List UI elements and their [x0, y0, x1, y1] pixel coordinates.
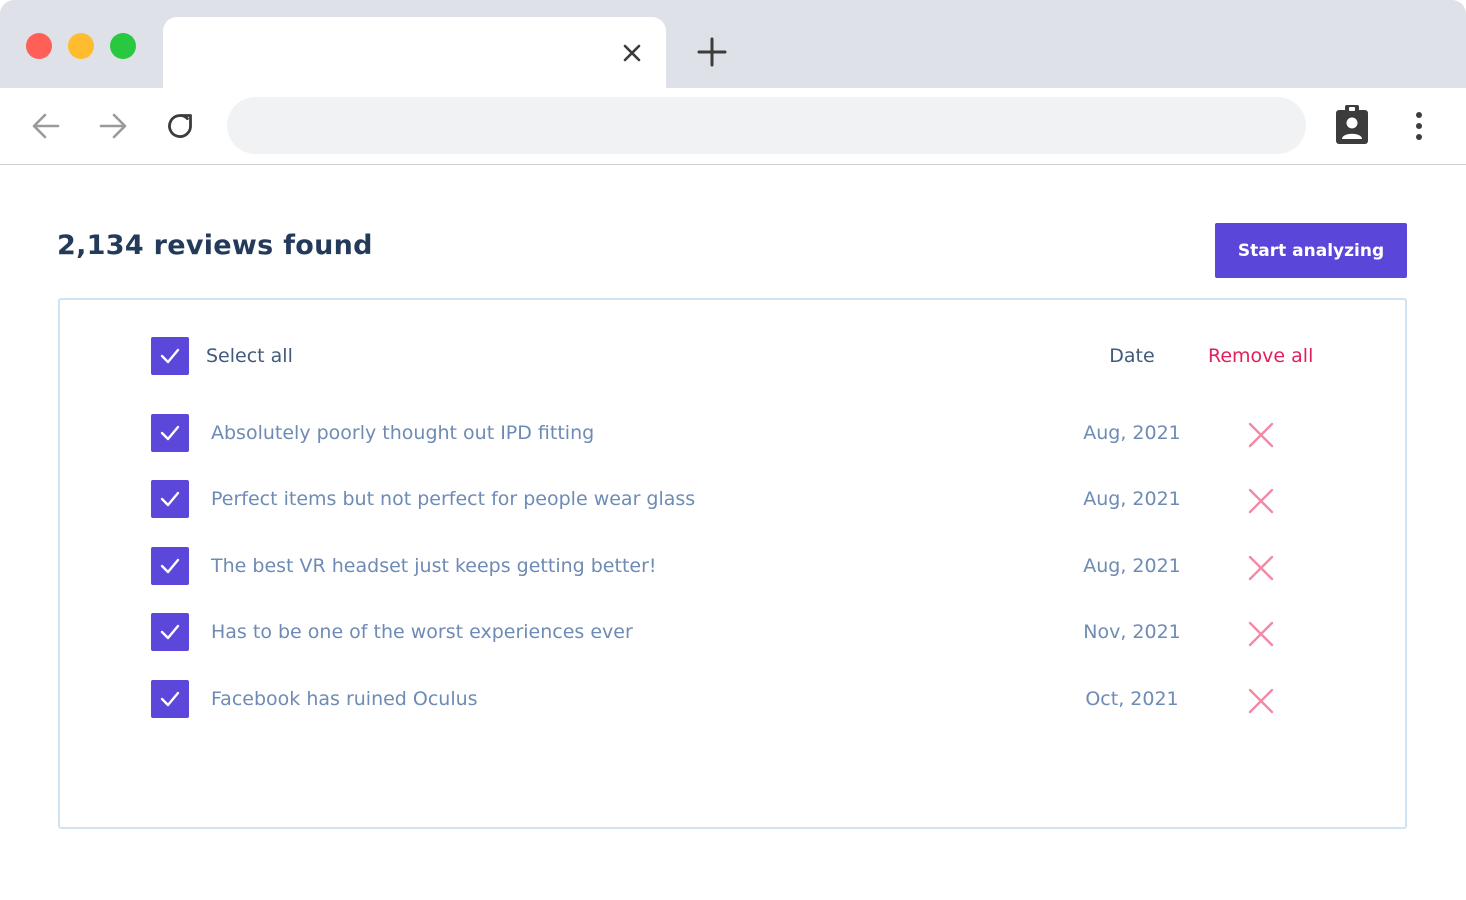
window-minimize-dot[interactable]: [68, 33, 94, 59]
select-all-checkbox[interactable]: [151, 337, 189, 375]
checkmark-icon: [160, 491, 180, 507]
table-row: Has to be one of the worst experiences e…: [60, 613, 1405, 653]
clipboard-user-icon[interactable]: [1334, 104, 1370, 146]
x-icon[interactable]: [1246, 686, 1276, 716]
review-date: Aug, 2021: [1083, 488, 1181, 510]
x-icon[interactable]: [1246, 619, 1276, 649]
plus-icon[interactable]: [694, 34, 730, 70]
vertical-dots-icon[interactable]: [1408, 108, 1430, 144]
review-title: Facebook has ruined Oculus: [211, 688, 478, 710]
review-date: Nov, 2021: [1083, 621, 1181, 643]
review-date: Aug, 2021: [1083, 555, 1181, 577]
remove-all-button[interactable]: Remove all: [1208, 345, 1313, 367]
table-row: Facebook has ruined Oculus Oct, 2021: [60, 680, 1405, 720]
checkmark-icon: [160, 558, 180, 574]
select-all-label: Select all: [206, 345, 293, 367]
date-column-header: Date: [1109, 345, 1155, 367]
x-icon[interactable]: [1246, 486, 1276, 516]
close-icon[interactable]: [616, 37, 648, 69]
row-checkbox[interactable]: [151, 680, 189, 718]
checkmark-icon: [160, 624, 180, 640]
table-row: The best VR headset just keeps getting b…: [60, 547, 1405, 587]
table-row: Absolutely poorly thought out IPD fittin…: [60, 414, 1405, 454]
review-title: Has to be one of the worst experiences e…: [211, 621, 633, 643]
review-title: Perfect items but not perfect for people…: [211, 488, 696, 510]
window-close-dot[interactable]: [26, 33, 52, 59]
checkmark-icon: [160, 348, 180, 364]
page-title: 2,134 reviews found: [57, 230, 373, 261]
row-checkbox[interactable]: [151, 480, 189, 518]
row-checkbox[interactable]: [151, 613, 189, 651]
table-row: Perfect items but not perfect for people…: [60, 480, 1405, 520]
checkmark-icon: [160, 691, 180, 707]
review-title: The best VR headset just keeps getting b…: [211, 555, 657, 577]
reviews-panel: Select all Date Remove all Absolutely po…: [58, 298, 1407, 829]
table-header-row: Select all Date Remove all: [60, 337, 1405, 377]
window-maximize-dot[interactable]: [110, 33, 136, 59]
start-analyzing-button[interactable]: Start analyzing: [1215, 223, 1407, 278]
review-date: Oct, 2021: [1085, 688, 1179, 710]
reload-icon[interactable]: [162, 108, 198, 144]
address-bar[interactable]: [227, 97, 1306, 154]
browser-titlebar: [0, 0, 1466, 88]
arrow-right-icon[interactable]: [95, 108, 131, 144]
x-icon[interactable]: [1246, 420, 1276, 450]
row-checkbox[interactable]: [151, 414, 189, 452]
checkmark-icon: [160, 425, 180, 441]
row-checkbox[interactable]: [151, 547, 189, 585]
x-icon[interactable]: [1246, 553, 1276, 583]
review-title: Absolutely poorly thought out IPD fittin…: [211, 422, 595, 444]
browser-toolbar: [0, 88, 1466, 165]
review-date: Aug, 2021: [1083, 422, 1181, 444]
browser-tab[interactable]: [163, 17, 666, 88]
arrow-left-icon[interactable]: [28, 108, 64, 144]
